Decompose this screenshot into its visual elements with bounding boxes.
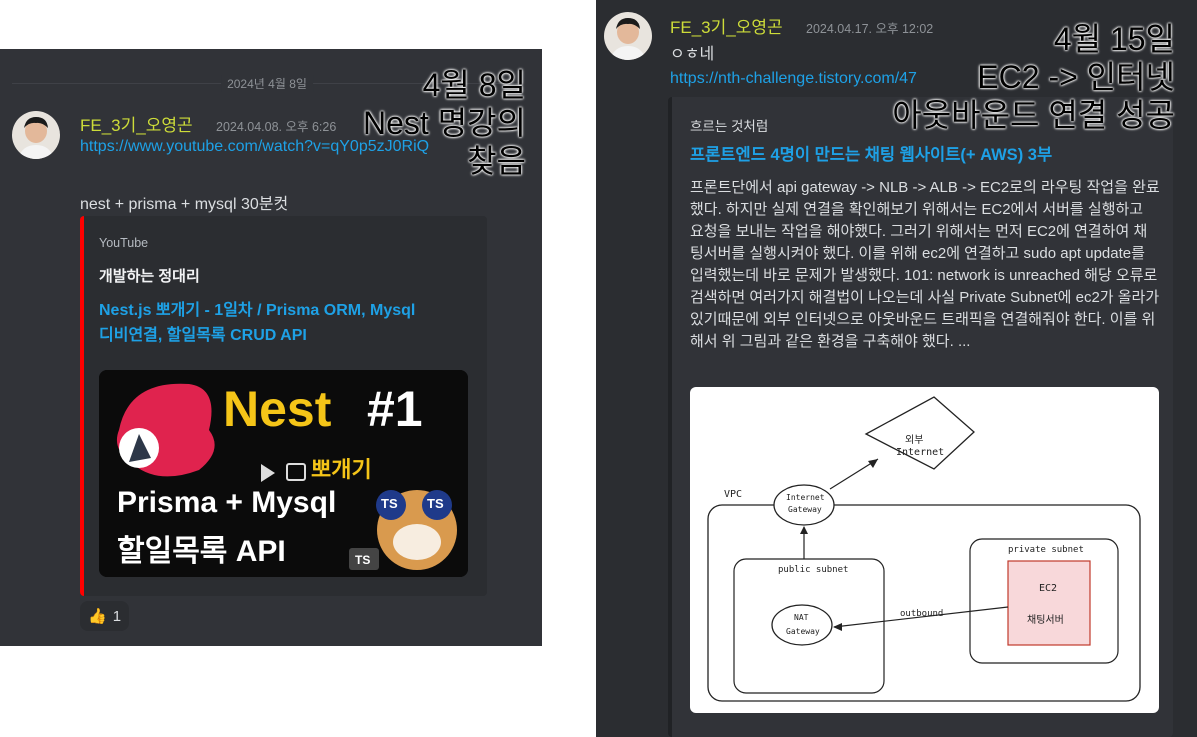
video-thumbnail[interactable]: Nest #1 뽀개기 Prisma + Mysql 할일목록 API TS T… xyxy=(99,370,468,577)
diagram-label: VPC xyxy=(724,489,743,500)
ts-badge: TS xyxy=(355,553,371,567)
timestamp: 2024.04.08. 오후 6:26 xyxy=(216,120,337,134)
overlay-line: 4월 15일 xyxy=(1053,21,1175,57)
embed-title-line2: 디비연결, 할일목록 CRUD API xyxy=(99,327,307,344)
embed-title[interactable]: 프론트엔드 4명이 만드는 채팅 웹사이트(+ AWS) 3부 xyxy=(690,143,1160,168)
diagram-label: EC2 xyxy=(1039,583,1058,594)
overlay-line: 4월 8일 xyxy=(422,67,526,103)
avatar[interactable] xyxy=(604,12,652,60)
diagram-label: 채팅서버 xyxy=(1027,615,1064,626)
overlay-line: 아웃바운드 연결 성공 xyxy=(892,97,1175,133)
avatar[interactable] xyxy=(12,111,60,159)
overlay-line: 찾음 xyxy=(467,143,526,179)
embed-title-line1: Nest.js 뽀개기 - 1일차 / Prisma ORM, Mysql xyxy=(99,302,416,319)
diagram-label: 외부 xyxy=(905,435,924,446)
blog-link[interactable]: https://nth-challenge.tistory.com/47 xyxy=(670,70,917,88)
username[interactable]: FE_3기_오영곤 xyxy=(670,13,783,38)
embed-author[interactable]: 흐르는 것처럼 xyxy=(690,115,768,135)
username[interactable]: FE_3기_오영곤 xyxy=(80,111,193,136)
overlay-annotation-right: 4월 15일 EC2 -> 인터넷 아웃바운드 연결 성공 xyxy=(892,20,1175,134)
nat-node xyxy=(771,604,833,646)
reaction-thumbs-up[interactable]: 👍 1 xyxy=(80,601,130,631)
diagram-label: Gateway xyxy=(788,505,822,514)
vpc-diagram-image[interactable]: 외부 Internet VPC Internet Gateway public … xyxy=(690,387,1159,713)
message-text: ㅇㅎ네 xyxy=(670,46,715,63)
thumbnail-line2: 할일목록 API xyxy=(117,535,286,568)
message-text: nest + prisma + mysql 30분컷 xyxy=(80,196,289,213)
ts-badge: TS xyxy=(427,496,444,511)
embed-description: 프론트단에서 api gateway -> NLB -> ALB -> EC2로… xyxy=(690,179,1160,350)
diagram-label: NAT xyxy=(794,613,809,622)
reaction-count: 1 xyxy=(112,607,122,625)
overlay-line: EC2 -> 인터넷 xyxy=(977,59,1175,95)
diagram-label: public subnet xyxy=(778,565,849,575)
embed-author[interactable]: 개발하는 정대리 xyxy=(99,265,200,286)
thumbnail-episode: #1 xyxy=(367,381,423,437)
overlay-line: Nest 명강의 xyxy=(362,105,526,141)
thumbnail-line1: Prisma + Mysql xyxy=(117,486,337,519)
embed-provider[interactable]: YouTube xyxy=(99,236,148,250)
diagram-label: Gateway xyxy=(786,627,820,636)
ts-badge: TS xyxy=(381,496,398,511)
embed-title[interactable]: Nest.js 뽀개기 - 1일차 / Prisma ORM, Mysql 디비… xyxy=(99,298,479,348)
thumbs-up-icon: 👍 xyxy=(88,608,107,625)
overlay-annotation-left: 4월 8일 Nest 명강의 찾음 xyxy=(363,66,526,180)
diagram-label: Internet xyxy=(896,447,945,458)
date-divider-label: 2024년 4월 8일 xyxy=(221,75,313,92)
blog-embed: 흐르는 것처럼 프론트엔드 4명이 만드는 채팅 웹사이트(+ AWS) 3부 … xyxy=(668,97,1173,737)
thumbnail-subtitle: 뽀개기 xyxy=(311,457,372,482)
thumbnail-big-title: Nest xyxy=(223,381,332,437)
youtube-embed: YouTube 개발하는 정대리 Nest.js 뽀개기 - 1일차 / Pri… xyxy=(80,216,487,596)
diagram-label: private subnet xyxy=(1008,545,1084,555)
diagram-label: Internet xyxy=(786,493,825,502)
diagram-label: outbound xyxy=(900,609,944,619)
